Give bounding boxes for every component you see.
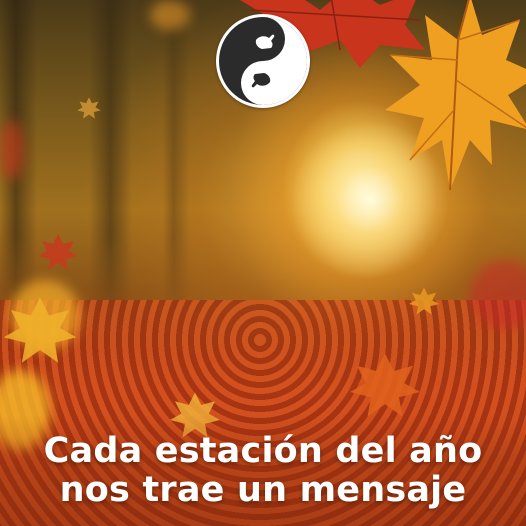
post-headline: Cada estación del año nos trae un mensaj…: [0, 432, 526, 510]
yin-yang-hands-icon: [216, 14, 310, 108]
falling-leaf: [77, 97, 101, 119]
ground-leaf: [3, 297, 77, 363]
headline-line-1: Cada estación del año: [43, 431, 483, 471]
falling-leaf: [38, 234, 78, 270]
bokeh-spot: [150, 0, 190, 30]
ground-leaf: [350, 353, 420, 417]
autumn-forest-photo: Cada estación del año nos trae un mensaj…: [0, 0, 526, 526]
falling-leaf: [409, 287, 439, 315]
bokeh-spot: [0, 120, 24, 180]
headline-line-2: nos trae un mensaje: [59, 470, 467, 510]
